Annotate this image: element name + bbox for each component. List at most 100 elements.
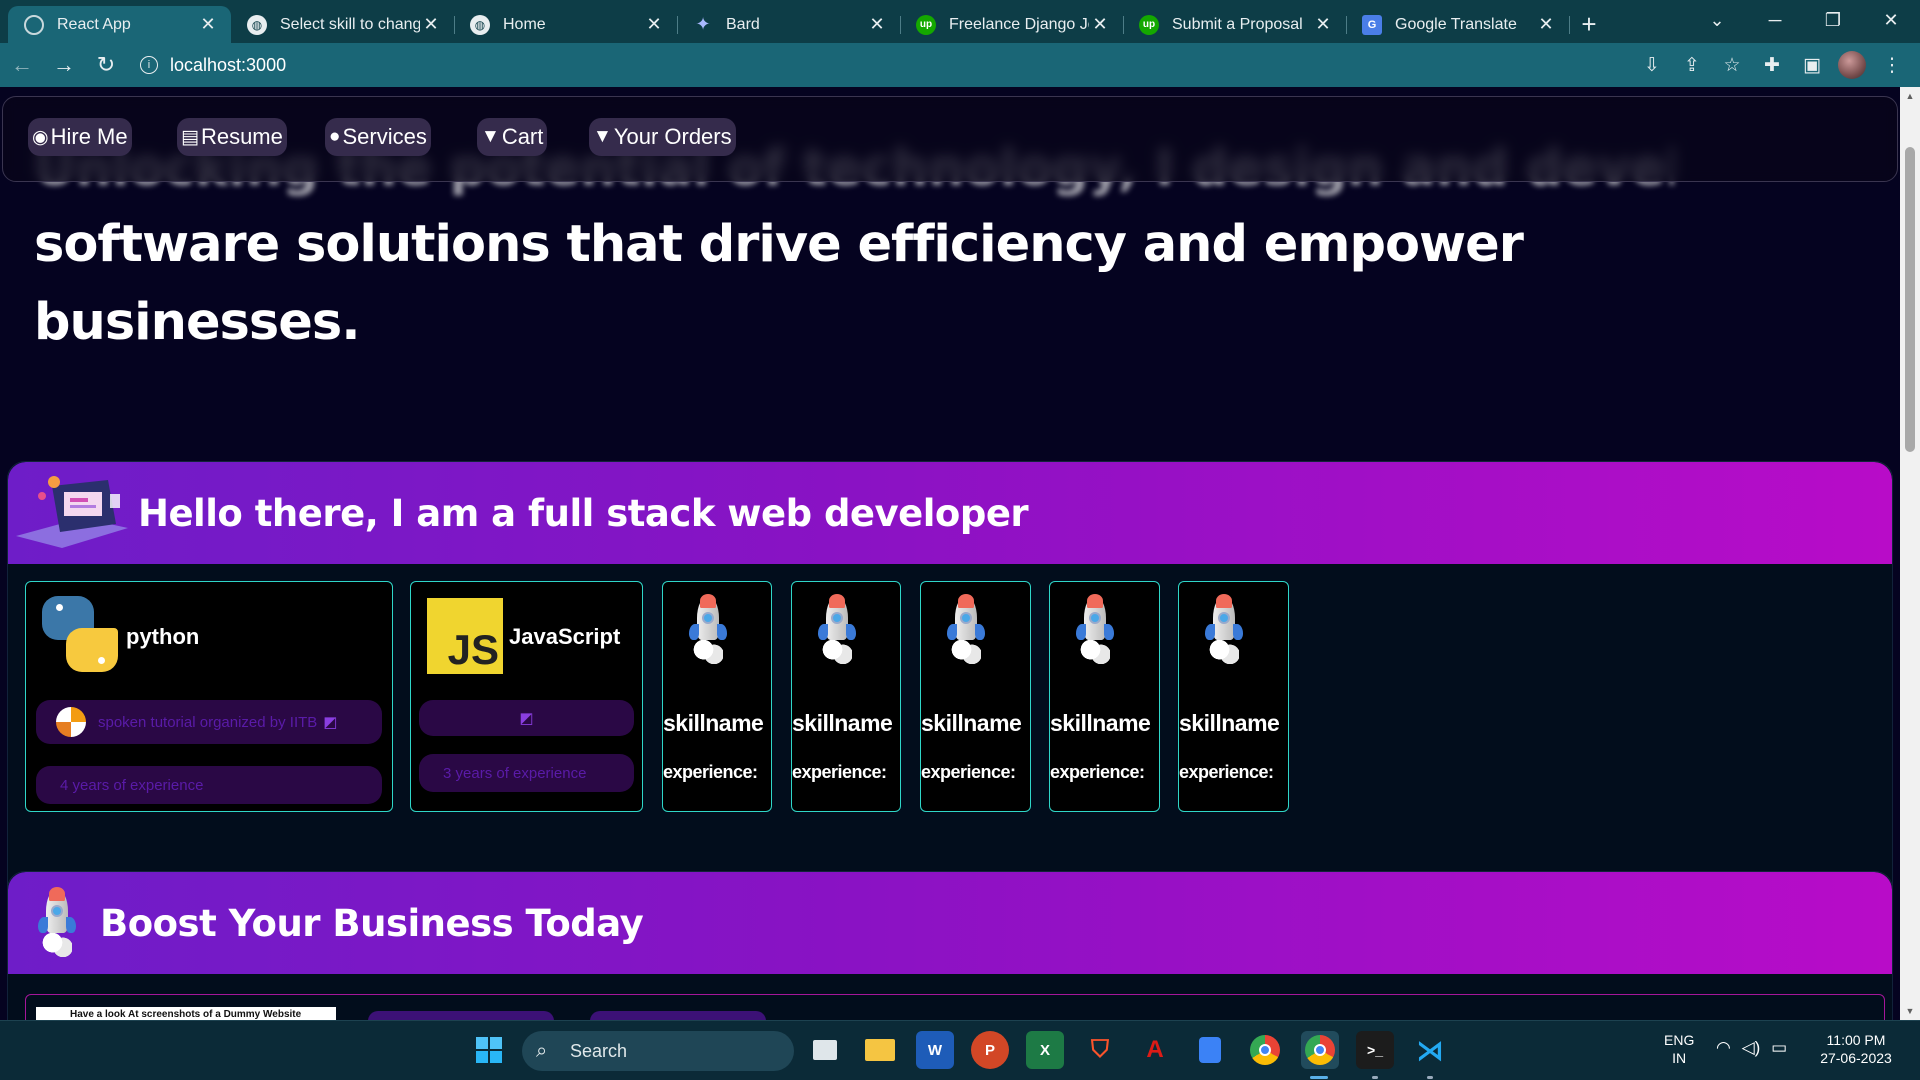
scrollbar-thumb[interactable] [1905,147,1915,452]
page-viewport: Unlocking the potential of technology, I… [0,87,1900,1020]
close-icon[interactable]: ✕ [643,14,665,35]
clock[interactable]: 11:00 PM 27-06-2023 [1816,1031,1896,1067]
tab-title: React App [57,15,131,33]
skill-source-link[interactable]: ◩ [419,700,634,736]
tab-bard[interactable]: ✦ Bard ✕ [677,6,901,43]
share-icon[interactable]: ⇪ [1672,47,1712,83]
close-icon[interactable]: ✕ [1535,14,1557,35]
side-panel-icon[interactable]: ▣ [1792,47,1832,83]
window-controls: ⌄ ─ ❐ ✕ [1688,0,1920,40]
user-circle-icon: ◉ [32,126,49,148]
skill-card-python[interactable]: python spoken tutorial organized by IITB… [25,581,393,812]
tab-title: Freelance Django Job [949,15,1089,33]
skill-card-javascript[interactable]: JS JavaScript ◩ 3 years of experience [410,581,643,812]
javascript-logo-icon: JS [427,598,503,674]
page-scrollbar[interactable]: ▲ ▼ [1900,87,1920,1020]
address-bar[interactable]: i localhost:3000 [140,48,1632,82]
profile-avatar[interactable] [1838,51,1866,79]
cart-icon: ▼ [481,126,500,147]
nav-services[interactable]: ● Services [325,118,431,156]
minimize-icon[interactable]: ─ [1746,0,1804,40]
close-icon[interactable]: ✕ [420,14,442,35]
rocket-icon [941,594,991,666]
powerpoint-icon[interactable]: P [971,1031,1009,1069]
install-icon[interactable]: ⇩ [1632,47,1672,83]
tab-home[interactable]: ◍ Home ✕ [454,6,678,43]
tab-search-icon[interactable]: ⌄ [1688,0,1746,40]
skill-experience: 4 years of experience [36,766,382,804]
angular-icon[interactable]: A [1136,1031,1174,1069]
chrome-profile-icon[interactable] [1301,1031,1339,1069]
volume-icon: ◁) [1741,1038,1761,1057]
tab-title: Google Translate [1395,15,1517,33]
tray-icons[interactable]: ◠ ◁) ▭ [1716,1039,1787,1057]
tab-react-app[interactable]: React App ✕ [8,6,231,43]
tab-title: Home [503,15,546,33]
close-icon[interactable]: ✕ [197,14,219,35]
scroll-down-icon[interactable]: ▼ [1900,1006,1920,1016]
menu-kebab-icon[interactable]: ⋮ [1872,47,1912,83]
vscode-icon[interactable]: ⋊ [1411,1031,1449,1069]
star-icon[interactable]: ☆ [1712,47,1752,83]
rocket-icon [812,594,862,666]
skill-name: skillname [792,710,893,736]
new-tab-button[interactable]: + [1569,6,1609,43]
language-indicator[interactable]: ENG IN [1664,1031,1694,1067]
brave-icon[interactable]: ⛉ [1081,1031,1119,1069]
dummy-tab[interactable] [368,1011,554,1020]
document-icon: ▤ [181,126,199,148]
reload-icon[interactable]: ↻ [86,47,126,83]
skill-experience: 3 years of experience [419,754,634,792]
nav-label: Hire Me [50,124,128,149]
word-icon[interactable]: W [916,1031,954,1069]
chrome-icon[interactable] [1246,1031,1284,1069]
nav-label: Cart [501,124,544,149]
skill-card-placeholder[interactable]: skillname experience: [1178,581,1289,812]
nav-resume[interactable]: ▤ Resume [177,118,287,156]
nav-your-orders[interactable]: ▼ Your Orders [589,118,736,156]
close-icon[interactable]: ✕ [1312,14,1334,35]
taskbar-search[interactable]: ⌕ Search [522,1031,794,1071]
globe-icon: ◍ [247,14,267,35]
tab-google-translate[interactable]: G Google Translate ✕ [1346,6,1570,43]
skill-experience: experience: [921,762,1016,782]
external-link-icon: ◩ [519,710,534,727]
restore-icon[interactable]: ❐ [1804,0,1862,40]
skill-card-placeholder[interactable]: skillname experience: [1049,581,1160,812]
boost-section: Boost Your Business Today Have a look At… [7,871,1893,1020]
task-view-icon[interactable] [806,1031,844,1069]
windows-start-icon[interactable] [470,1031,508,1069]
battery-icon: ▭ [1771,1038,1788,1057]
excel-icon[interactable]: X [1026,1031,1064,1069]
lang-code: ENG [1664,1032,1695,1048]
close-icon[interactable]: ✕ [1089,14,1111,35]
skill-source-link[interactable]: spoken tutorial organized by IITB ◩ [36,700,382,744]
terminal-icon[interactable]: >_ [1356,1031,1394,1069]
clock-time: 11:00 PM [1826,1032,1886,1048]
file-explorer-icon[interactable] [861,1031,899,1069]
close-icon[interactable]: ✕ [866,14,888,35]
close-window-icon[interactable]: ✕ [1862,0,1920,40]
nav-label: Your Orders [613,124,732,149]
tab-submit-proposal[interactable]: up Submit a Proposal ✕ [1123,6,1347,43]
skill-card-placeholder[interactable]: skillname experience: [920,581,1031,812]
skill-card-placeholder[interactable]: skillname experience: [791,581,901,812]
back-arrow-icon[interactable]: ← [2,47,42,83]
tab-select-skill[interactable]: ◍ Select skill to change | ✕ [231,6,455,43]
nav-hire-me[interactable]: ◉ Hire Me [28,118,132,156]
skill-name: skillname [663,710,764,736]
skill-experience: experience: [1179,762,1274,782]
search-placeholder: Search [570,1040,628,1061]
info-icon[interactable]: i [140,56,158,74]
forward-arrow-icon[interactable]: → [44,47,84,83]
dummy-tab[interactable] [590,1011,766,1020]
scroll-up-icon[interactable]: ▲ [1900,91,1920,101]
skill-card-placeholder[interactable]: skillname experience: [662,581,772,812]
notes-app-icon[interactable] [1191,1031,1229,1069]
rocket-icon [1199,594,1249,666]
skill-name: skillname [921,710,1022,736]
tab-freelance-django[interactable]: up Freelance Django Job ✕ [900,6,1124,43]
nav-cart[interactable]: ▼ Cart [477,118,548,156]
extensions-icon[interactable]: ✚ [1752,47,1792,83]
wifi-icon: ◠ [1716,1038,1731,1057]
